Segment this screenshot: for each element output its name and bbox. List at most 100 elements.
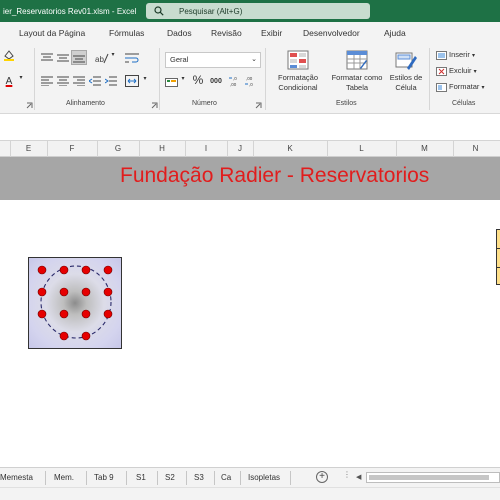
- align-top-icon[interactable]: [40, 52, 54, 64]
- delete-label: Excluir: [449, 66, 472, 75]
- column-header-e[interactable]: E: [10, 144, 47, 153]
- column-header-i[interactable]: I: [185, 144, 227, 153]
- cell-styles-label: Estilos de Célula: [389, 73, 423, 92]
- tab-formulas[interactable]: Fórmulas: [109, 28, 144, 38]
- accounting-format-icon[interactable]: [165, 75, 179, 89]
- number-dialog-launcher-icon[interactable]: [254, 101, 262, 109]
- insert-button[interactable]: Inserir ▾: [436, 50, 475, 60]
- fill-color-icon[interactable]: [3, 49, 15, 61]
- sheet-tab-s2[interactable]: S2: [165, 473, 175, 482]
- sheet-banner: Fundação Radier - Reservatorios: [0, 157, 500, 200]
- merge-center-icon[interactable]: [124, 74, 140, 88]
- format-as-table-label: Formatar como Tabela: [331, 73, 383, 92]
- svg-text:,00: ,00: [246, 76, 253, 81]
- alignment-dialog-launcher-icon[interactable]: [150, 101, 158, 109]
- delete-button[interactable]: Excluir ▾: [436, 66, 477, 76]
- more-options-icon[interactable]: ⋮: [341, 470, 353, 484]
- number-format-select[interactable]: Geral ⌄: [165, 52, 261, 68]
- cell-styles-icon: [395, 52, 417, 70]
- tab-developer[interactable]: Desenvolvedor: [303, 28, 360, 38]
- horizontal-scrollbar[interactable]: [366, 472, 500, 483]
- accounting-dropdown-icon[interactable]: ▾: [180, 75, 186, 82]
- tab-data[interactable]: Dados: [167, 28, 192, 38]
- align-center-icon[interactable]: [56, 75, 70, 87]
- font-color-icon[interactable]: A: [2, 74, 16, 88]
- column-header-m[interactable]: M: [396, 144, 453, 153]
- window-title: ier_Reservatorios Rev01.xlsm - Excel: [3, 7, 137, 16]
- number-format-value: Geral: [170, 55, 189, 64]
- comma-style-button[interactable]: 000: [207, 75, 225, 87]
- cell-styles-button[interactable]: Estilos de Célula: [386, 50, 426, 93]
- format-label: Formatar: [449, 82, 480, 91]
- column-header-f[interactable]: F: [47, 144, 97, 153]
- font-color-dropdown-icon[interactable]: ▾: [18, 74, 24, 81]
- column-headers: E F G H I J K L M N: [0, 141, 500, 157]
- column-header-n[interactable]: N: [453, 144, 498, 153]
- radier-dots-diagram: [37, 265, 113, 341]
- sheet-tabs-bar: Memesta Mem. Tab 9 S1 S2 S3 Ca Isopletas…: [0, 467, 500, 487]
- tab-review[interactable]: Revisão: [211, 28, 242, 38]
- format-button[interactable]: Formatar ▾: [436, 82, 485, 92]
- status-bar: [0, 487, 500, 500]
- column-header-k[interactable]: K: [253, 144, 327, 153]
- tab-page-layout[interactable]: Layout da Página: [19, 28, 85, 38]
- pile-dot: [59, 331, 69, 341]
- svg-text:,0: ,0: [249, 82, 253, 87]
- align-right-icon[interactable]: [72, 75, 86, 87]
- font-dialog-launcher-icon[interactable]: [25, 101, 33, 109]
- orientation-dropdown-icon[interactable]: ▾: [110, 51, 116, 58]
- percent-style-button[interactable]: %: [191, 72, 205, 88]
- sheet-tab-tab9[interactable]: Tab 9: [94, 473, 114, 482]
- column-header-g[interactable]: G: [97, 144, 139, 153]
- align-bottom-icon[interactable]: [71, 50, 87, 65]
- sheet-tab-ca[interactable]: Ca: [221, 473, 231, 482]
- scrollbar-thumb[interactable]: [369, 475, 489, 480]
- conditional-formatting-button[interactable]: Formatação Condicional: [270, 50, 326, 93]
- column-header-h[interactable]: H: [139, 144, 185, 153]
- column-header-j[interactable]: J: [227, 144, 253, 153]
- format-as-table-button[interactable]: Formatar como Tabela: [327, 50, 387, 93]
- sheet-tab-memesta[interactable]: Memesta: [0, 473, 33, 482]
- sheet-tab-mem[interactable]: Mem.: [54, 473, 74, 482]
- align-left-icon[interactable]: [40, 75, 54, 87]
- separator: [34, 48, 35, 110]
- separator: [429, 48, 430, 110]
- insert-label: Inserir: [449, 50, 470, 59]
- decrease-decimal-icon[interactable]: ,00,0: [245, 75, 259, 87]
- pile-dot: [81, 331, 91, 341]
- orientation-icon[interactable]: ab: [95, 51, 109, 65]
- svg-text:,00: ,00: [230, 82, 237, 87]
- column-header-l[interactable]: L: [327, 144, 396, 153]
- pile-dot: [59, 265, 69, 275]
- ribbon: A ▾ ab ▾ ▾ Alinhamento Geral ⌄ ▾ % 000 ,…: [0, 44, 500, 114]
- decrease-indent-icon[interactable]: [88, 75, 102, 87]
- search-placeholder: Pesquisar (Alt+G): [179, 7, 243, 16]
- chevron-down-icon: ⌄: [251, 56, 257, 63]
- pile-dot: [81, 265, 91, 275]
- tab-view[interactable]: Exibir: [261, 28, 282, 38]
- alignment-group-label: Alinhamento: [66, 100, 105, 107]
- sheet-tab-s1[interactable]: S1: [136, 473, 146, 482]
- increase-decimal-icon[interactable]: ,0,00: [229, 75, 243, 87]
- svg-text:,0: ,0: [233, 76, 237, 81]
- pile-dot: [81, 287, 91, 297]
- radier-diagram[interactable]: [28, 257, 122, 349]
- sheet-tab-s3[interactable]: S3: [194, 473, 204, 482]
- styles-group-label: Estilos: [336, 100, 357, 107]
- align-middle-icon[interactable]: [56, 52, 70, 64]
- sheet-tab-isopletas[interactable]: Isopletas: [248, 473, 280, 482]
- tab-help[interactable]: Ajuda: [384, 28, 406, 38]
- increase-indent-icon[interactable]: [104, 75, 118, 87]
- delete-cells-icon: [436, 66, 447, 76]
- cells-group-label: Células: [452, 100, 476, 107]
- add-sheet-icon[interactable]: +: [316, 471, 328, 483]
- right-edge-box: [496, 229, 500, 285]
- merge-dropdown-icon[interactable]: ▾: [142, 75, 148, 82]
- search-box[interactable]: Pesquisar (Alt+G): [146, 3, 370, 19]
- separator: [159, 48, 160, 110]
- scroll-left-icon[interactable]: ◀: [356, 473, 364, 482]
- format-cells-icon: [436, 82, 447, 92]
- banner-title: Fundação Radier - Reservatorios: [120, 164, 430, 187]
- title-bar: ier_Reservatorios Rev01.xlsm - Excel Pes…: [0, 0, 500, 22]
- wrap-text-icon[interactable]: [124, 51, 140, 65]
